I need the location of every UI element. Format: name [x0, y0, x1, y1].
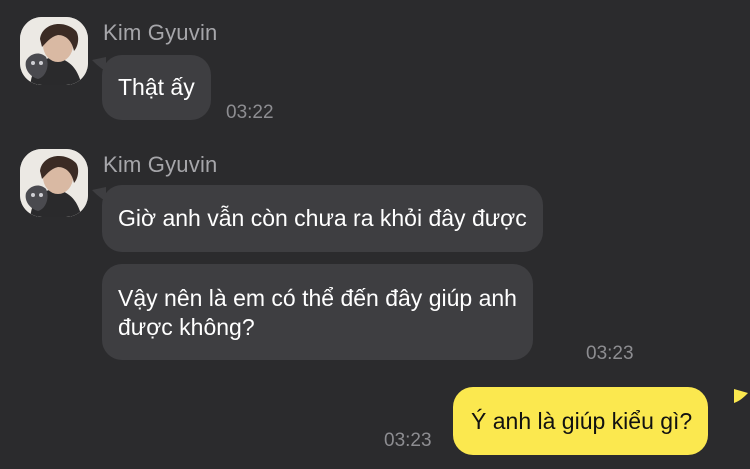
avatar-photo-icon [20, 149, 88, 217]
message-text: Giờ anh vẫn còn chưa ra khỏi đây được [118, 205, 527, 231]
avatar-photo-icon [20, 17, 88, 85]
sender-name: Kim Gyuvin [103, 152, 218, 177]
outgoing-message-bubble[interactable]: Ý anh là giúp kiểu gì? [453, 387, 709, 455]
incoming-message-bubble[interactable]: Thật ấy [102, 55, 211, 120]
message-text-line-1: Vậy nên là em có thể đến đây giúp anh [118, 285, 517, 311]
sender-name: Kim Gyuvin [103, 20, 218, 45]
incoming-bubble-tail-icon [92, 187, 106, 201]
message-text: Ý anh là giúp kiểu gì? [471, 408, 693, 434]
message-text-line-2: được không? [118, 314, 255, 340]
outgoing-bubble-tail-icon [734, 389, 748, 403]
message-timestamp: 03:23 [586, 343, 634, 364]
message-timestamp: 03:22 [226, 102, 274, 123]
sender-avatar[interactable] [20, 17, 88, 85]
message-text: Thật ấy [118, 74, 195, 100]
incoming-bubble-tail-icon [92, 57, 106, 71]
incoming-message-bubble[interactable]: Giờ anh vẫn còn chưa ra khỏi đây được [102, 185, 543, 252]
sender-avatar[interactable] [20, 149, 88, 217]
incoming-message-bubble[interactable]: Vậy nên là em có thể đến đây giúp anh đư… [102, 264, 533, 360]
message-timestamp: 03:23 [384, 430, 432, 451]
